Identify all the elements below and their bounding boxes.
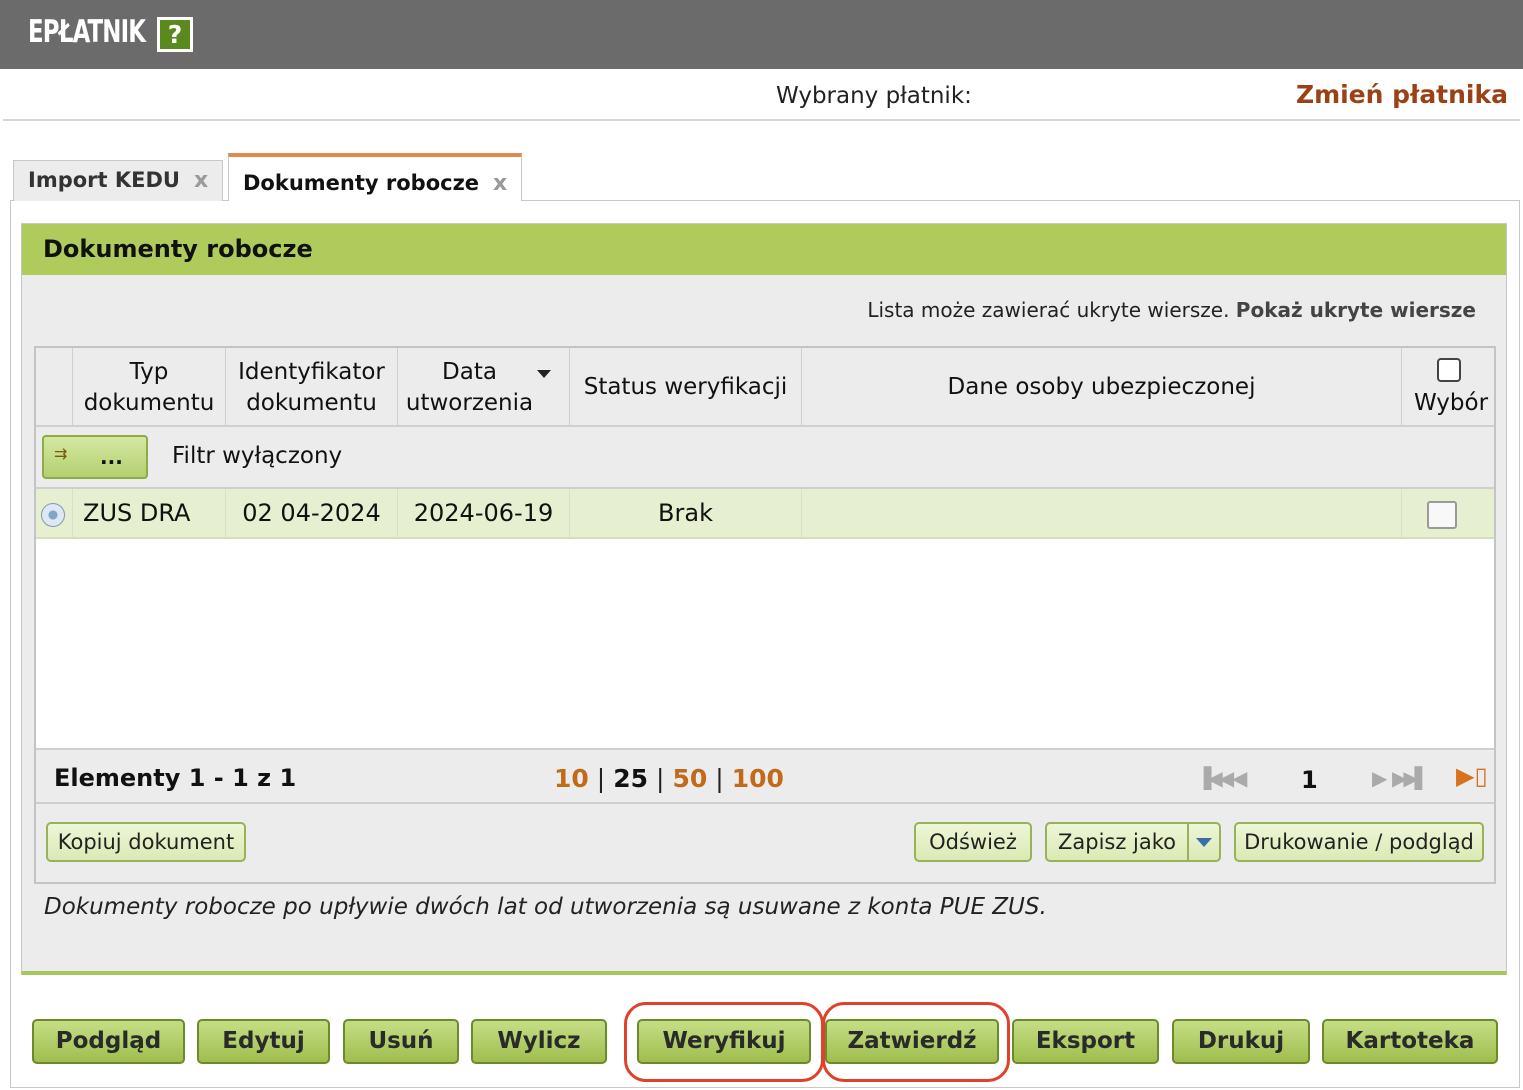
row-selector-cell[interactable] <box>36 489 73 537</box>
header-verification-status[interactable]: Status weryfikacji <box>570 348 802 427</box>
header-doc-type[interactable]: Typ dokumentu <box>73 348 226 427</box>
cell-doc-type: ZUS DRA <box>73 489 226 537</box>
tab-label: Dokumenty robocze <box>243 171 480 195</box>
prev-page-icon[interactable]: ◀ <box>1232 766 1248 790</box>
print-button[interactable]: Drukuj <box>1172 1019 1310 1064</box>
header-doc-id[interactable]: Identyfikator dokumentu <box>226 348 398 427</box>
cell-verification-status: Brak <box>570 489 802 537</box>
panel-header: Dokumenty robocze <box>22 224 1506 275</box>
page-size-50[interactable]: 50 <box>672 764 707 793</box>
next-page-icon[interactable]: ▶ <box>1372 766 1388 790</box>
header-created-date[interactable]: Data utworzenia <box>398 348 570 427</box>
table-row[interactable]: ZUS DRA 02 04-2024 2024-06-19 Brak <box>36 489 1494 539</box>
sort-desc-icon[interactable] <box>537 370 551 378</box>
hidden-rows-text: Lista może zawierać ukryte wiersze. <box>867 298 1230 322</box>
show-hidden-rows-link[interactable]: Pokaż ukryte wiersze <box>1236 298 1476 322</box>
cell-doc-id: 02 04-2024 <box>226 489 398 537</box>
filter-button-label: ... <box>100 445 123 469</box>
tab-label: Import KEDU <box>28 168 180 192</box>
refresh-button[interactable]: Odśwież <box>914 822 1032 862</box>
delete-button[interactable]: Usuń <box>343 1019 459 1064</box>
filter-row: ⇉ ... Filtr wyłączony <box>36 427 1494 489</box>
chevron-down-icon[interactable] <box>1187 824 1219 860</box>
panel-title: Dokumenty robocze <box>43 235 313 263</box>
grid-header: Typ dokumentu Identyfikator dokumentu Da… <box>36 348 1494 427</box>
page-size-10[interactable]: 10 <box>554 764 589 793</box>
cell-created-date: 2024-06-19 <box>398 489 570 537</box>
export-button[interactable]: Eksport <box>1012 1019 1159 1064</box>
show-all-icon[interactable]: ▶▯ <box>1456 762 1488 790</box>
drafts-panel: Dokumenty robocze Lista może zawierać uk… <box>21 223 1507 975</box>
current-page: 1 <box>1301 766 1318 794</box>
documents-grid: Typ dokumentu Identyfikator dokumentu Da… <box>34 346 1496 884</box>
row-checkbox[interactable] <box>1427 501 1457 529</box>
close-icon[interactable]: x <box>194 168 208 193</box>
copy-document-button[interactable]: Kopiuj dokument <box>46 822 246 862</box>
approve-highlight-outline <box>822 1002 1010 1082</box>
verify-highlight-outline <box>624 1002 824 1082</box>
header-selector-col <box>36 348 73 427</box>
filter-button[interactable]: ⇉ ... <box>42 435 148 479</box>
app-title: EPŁATNIK <box>28 14 146 50</box>
grid-actions: Kopiuj dokument Odśwież Zapisz jako Druk… <box>36 804 1494 882</box>
selected-payer-label: Wybrany płatnik: <box>776 83 972 109</box>
edit-button[interactable]: Edytuj <box>197 1019 330 1064</box>
pager: Elementy 1 - 1 z 1 10 | 25 | 50 | 100 ▐◀◀ ◀ 1 … <box>36 748 1494 804</box>
help-icon[interactable]: ? <box>157 17 193 52</box>
cell-insured-data <box>802 489 1402 537</box>
header-created-date-label: Data utworzenia <box>405 358 534 416</box>
top-bar: EPŁATNIK ? <box>0 0 1523 69</box>
filter-arrows-icon: ⇉ <box>54 444 68 463</box>
header-select: Wybór <box>1413 390 1489 416</box>
first-page-icon[interactable]: ▐◀◀ <box>1196 766 1234 790</box>
preview-button[interactable]: Podgląd <box>32 1019 185 1064</box>
save-as-label: Zapisz jako <box>1057 830 1177 854</box>
print-preview-button[interactable]: Drukowanie / podgląd <box>1234 822 1484 862</box>
header-insured-data[interactable]: Dane osoby ubezpieczonej <box>802 348 1402 427</box>
last-page-icon[interactable]: ▶▶▌ <box>1392 766 1430 790</box>
elements-count: Elementy 1 - 1 z 1 <box>54 764 297 792</box>
page-size-25: 25 <box>613 764 649 793</box>
filter-status: Filtr wyłączony <box>172 443 343 469</box>
tab-dokumenty-robocze[interactable]: Dokumenty robocze x <box>228 153 523 201</box>
payer-row: Wybrany płatnik: Zmień płatnika <box>3 69 1520 121</box>
page-size-selector: 10 | 25 | 50 | 100 <box>554 764 784 793</box>
retention-note: Dokumenty robocze po upływie dwóch lat o… <box>44 894 1047 920</box>
change-payer-link[interactable]: Zmień płatnika <box>1296 80 1508 109</box>
row-radio[interactable] <box>41 503 65 527</box>
hidden-rows-note: Lista może zawierać ukryte wiersze. Poka… <box>867 298 1476 322</box>
close-icon[interactable]: x <box>493 171 507 196</box>
page-size-100[interactable]: 100 <box>732 764 784 793</box>
tab-import-kedu[interactable]: Import KEDU x <box>13 160 224 201</box>
calculate-button[interactable]: Wylicz <box>471 1019 607 1064</box>
card-file-button[interactable]: Kartoteka <box>1322 1019 1498 1064</box>
save-as-button[interactable]: Zapisz jako <box>1045 822 1221 862</box>
select-all-checkbox[interactable] <box>1437 358 1461 382</box>
